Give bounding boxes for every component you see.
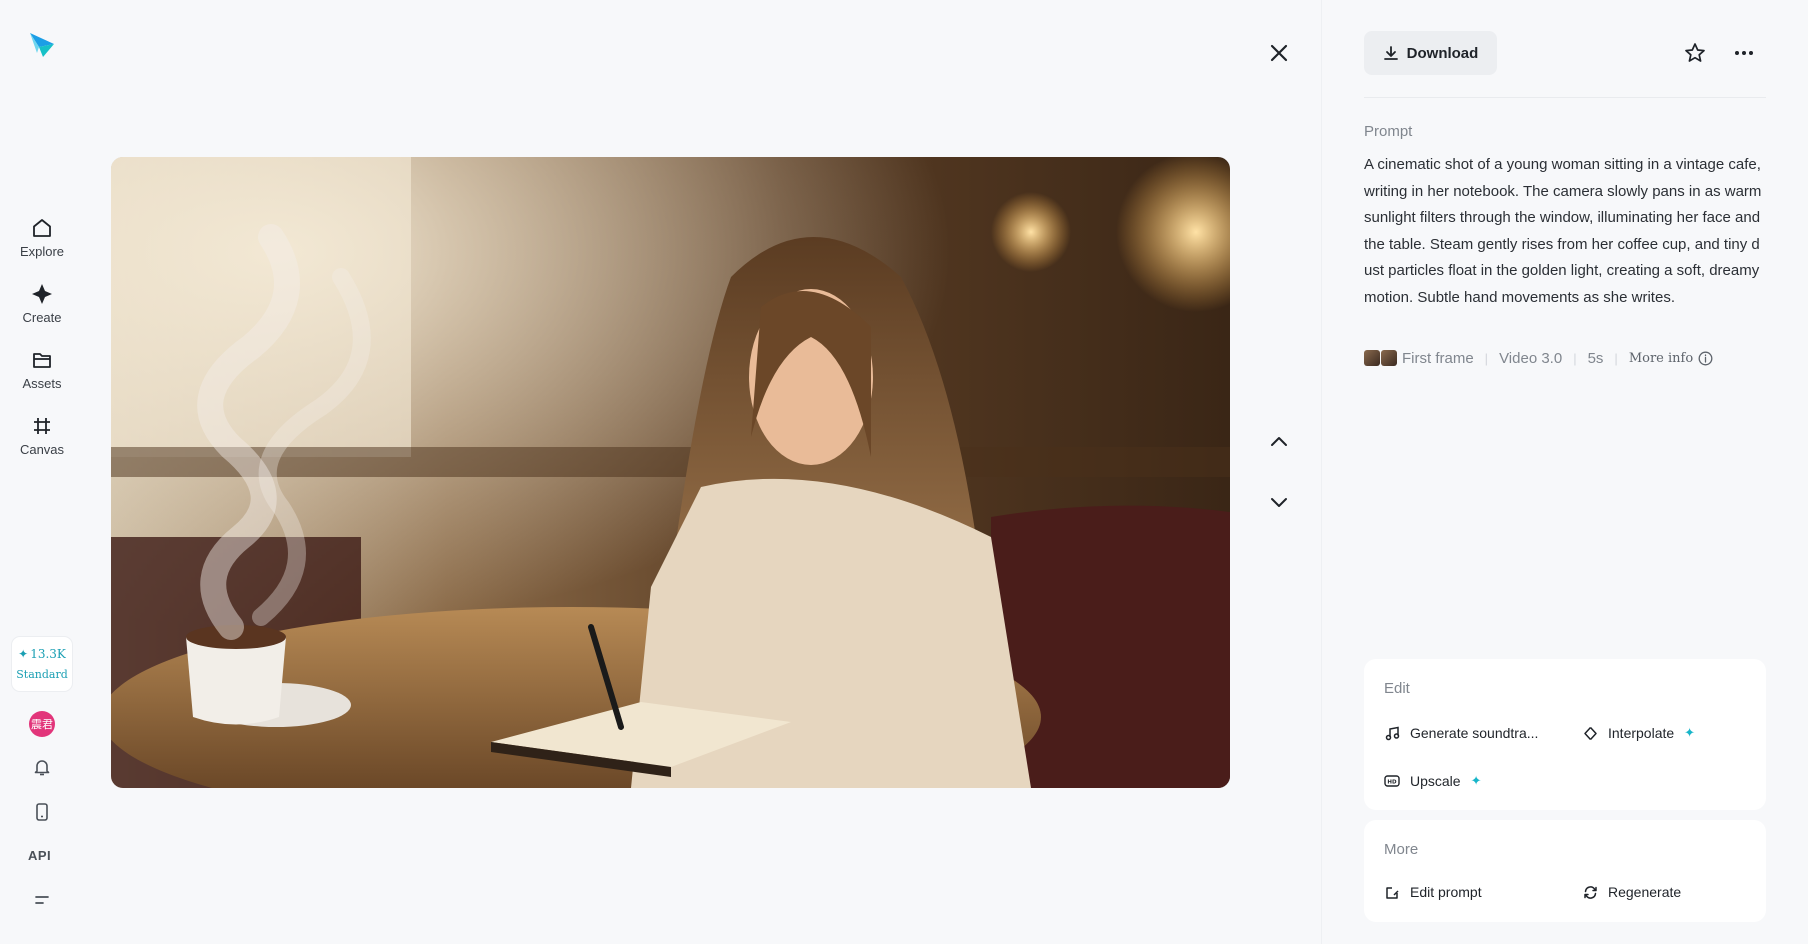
prompt-heading: Prompt (1364, 123, 1413, 140)
avatar[interactable]: 震君 (29, 711, 55, 737)
edit-heading: Edit (1384, 680, 1410, 697)
next-button[interactable] (1263, 487, 1295, 519)
app-logo-icon[interactable] (27, 30, 57, 60)
reference-type: First frame (1402, 349, 1474, 367)
duration: 5s (1587, 349, 1604, 367)
credits-amount: ✦ 13.3K (18, 647, 66, 661)
upscale-button[interactable]: HD Upscale ✦ (1384, 773, 1482, 789)
prompt-text: A cinematic shot of a young woman sittin… (1364, 156, 1762, 306)
svg-text:HD: HD (1387, 780, 1397, 786)
more-horizontal-icon (1735, 51, 1753, 55)
separator: | (1573, 350, 1577, 366)
hd-icon: HD (1384, 773, 1400, 789)
cafe-scene-image (111, 157, 1230, 788)
media-preview[interactable] (111, 157, 1230, 788)
home-icon (30, 216, 54, 240)
edit-icon (1384, 884, 1400, 900)
separator: | (1484, 350, 1489, 366)
refresh-icon (1582, 884, 1598, 900)
model-version: Video 3.0 (1499, 349, 1563, 367)
nav-assets-label: Assets (22, 376, 62, 391)
premium-sparkle-icon: ✦ (1684, 725, 1696, 740)
nav-explore[interactable]: Explore (0, 216, 84, 276)
more-info-link[interactable]: More info (1629, 351, 1713, 366)
favorite-button[interactable] (1681, 39, 1709, 67)
download-button[interactable]: Download (1364, 31, 1497, 75)
api-link[interactable]: API (28, 848, 51, 863)
first-frame-thumbnails (1364, 350, 1397, 366)
nav-assets[interactable]: Assets (0, 348, 84, 408)
regenerate-button[interactable]: Regenerate (1582, 884, 1681, 900)
thumbnail (1381, 350, 1397, 366)
close-icon (1270, 44, 1288, 62)
info-icon (1698, 351, 1713, 365)
credit-sparkle-icon: ✦ (18, 647, 29, 661)
mobile-app-icon[interactable] (30, 800, 54, 824)
menu-icon[interactable] (30, 888, 54, 912)
more-card: More Edit prompt Regenerate (1364, 820, 1766, 922)
edit-card: Edit Generate soundtra... Interpolate ✦ … (1364, 659, 1766, 810)
nav-explore-label: Explore (19, 244, 65, 259)
folder-icon (30, 348, 54, 372)
nav-canvas-label: Canvas (19, 442, 65, 457)
edit-prompt-button[interactable]: Edit prompt (1384, 884, 1482, 900)
separator: | (1614, 350, 1618, 366)
chevron-down-icon (1271, 498, 1287, 507)
close-button[interactable] (1263, 37, 1295, 69)
canvas-icon (30, 414, 54, 438)
premium-sparkle-icon: ✦ (1470, 773, 1482, 788)
bell-icon[interactable] (30, 755, 54, 779)
interpolate-button[interactable]: Interpolate ✦ (1582, 725, 1695, 741)
more-heading: More (1384, 841, 1419, 858)
download-icon (1383, 46, 1398, 60)
thumbnail (1364, 350, 1380, 366)
more-options-button[interactable] (1730, 39, 1758, 67)
sparkle-icon (30, 282, 54, 306)
panel-divider (1321, 0, 1322, 944)
nav-canvas[interactable]: Canvas (0, 414, 84, 474)
plan-tier: Standard (16, 668, 68, 681)
music-note-icon (1384, 725, 1400, 741)
generate-soundtrack-button[interactable]: Generate soundtra... (1384, 725, 1538, 741)
download-label: Download (1406, 44, 1479, 62)
star-icon (1685, 43, 1705, 62)
credits-badge[interactable]: ✦ 13.3K Standard (11, 636, 73, 692)
chevron-up-icon (1271, 437, 1287, 446)
previous-button[interactable] (1263, 425, 1295, 457)
nav-create-label: Create (22, 310, 62, 325)
sidebar: Explore Create Assets Canvas ✦ 13.3K Sta… (0, 0, 84, 944)
interpolate-icon (1582, 725, 1598, 741)
generation-meta: First frame | Video 3.0 | 5s | More info (1364, 348, 1713, 368)
header-divider (1364, 97, 1766, 98)
nav-create[interactable]: Create (0, 282, 84, 342)
